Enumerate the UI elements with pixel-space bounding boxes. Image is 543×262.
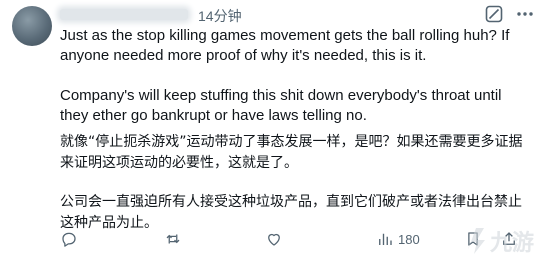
author-name-blurred[interactable] (60, 9, 188, 20)
jiuyou-watermark-logo: 九游 (468, 228, 534, 256)
tweet-text: Just as the stop killing games movement … (60, 26, 530, 234)
tweet-paragraph-en-2: Company's will keep stuffing this shit d… (60, 87, 502, 124)
views-count: 180 (398, 231, 420, 247)
translation-paragraph-1: 就像“停止扼杀游戏”运动带动了事态发展一样，是吧？如果还需要更多证据来证明这项运… (60, 134, 523, 171)
retweet-icon (166, 234, 180, 244)
views-button[interactable]: 180 (376, 230, 420, 248)
views-icon (379, 233, 392, 245)
like-button[interactable] (265, 230, 283, 248)
reply-icon (62, 232, 76, 247)
reply-button[interactable] (60, 230, 78, 248)
like-icon (268, 233, 280, 246)
avatar[interactable] (12, 6, 52, 46)
retweet-button[interactable] (164, 230, 182, 248)
grok-slash-icon[interactable] (484, 4, 504, 24)
more-icon[interactable] (514, 4, 536, 24)
tweet-timestamp[interactable]: 14分钟 (198, 6, 242, 26)
tweet-paragraph-en-1: Just as the stop killing games movement … (60, 27, 510, 64)
watermark-brand-text: 九游 (489, 230, 534, 256)
